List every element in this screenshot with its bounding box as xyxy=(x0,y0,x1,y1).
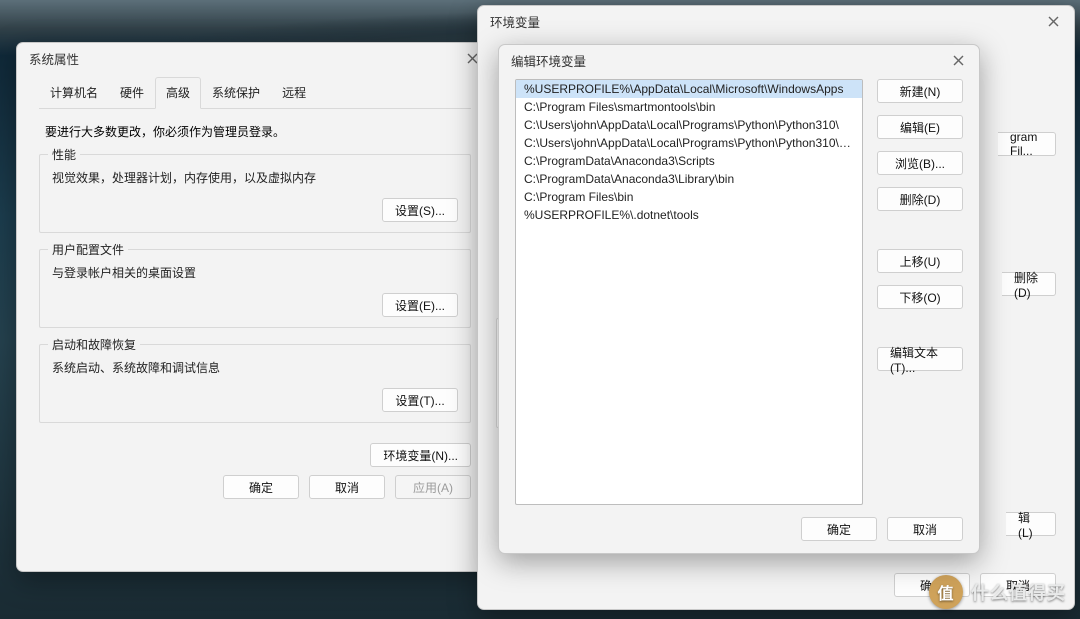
tab-hardware[interactable]: 硬件 xyxy=(109,77,155,108)
edit-env-var-dialog: 编辑环境变量 %USERPROFILE%\AppData\Local\Micro… xyxy=(498,44,980,554)
sysprop-ok-button[interactable]: 确定 xyxy=(223,475,299,499)
new-button[interactable]: 新建(N) xyxy=(877,79,963,103)
profiles-settings-button[interactable]: 设置(E)... xyxy=(382,293,458,317)
watermark-badge: 值 xyxy=(929,575,963,609)
move-up-button[interactable]: 上移(U) xyxy=(877,249,963,273)
watermark: 值 什么值得买 xyxy=(929,575,1066,609)
editenv-cancel-button[interactable]: 取消 xyxy=(887,517,963,541)
system-properties-dialog: 系统属性 计算机名 硬件 高级 系统保护 远程 要进行大多数更改，你必须作为管理… xyxy=(16,42,494,572)
list-item[interactable]: C:\ProgramData\Anaconda3\Scripts xyxy=(516,152,862,170)
envouter-titlebar[interactable]: 环境变量 xyxy=(478,6,1074,36)
list-item[interactable]: C:\Program Files\smartmontools\bin xyxy=(516,98,862,116)
sysprop-apply-button: 应用(A) xyxy=(395,475,471,499)
path-edit-buttons: 新建(N) 编辑(E) 浏览(B)... 删除(D) 上移(U) 下移(O) 编… xyxy=(877,79,963,505)
editenv-ok-button[interactable]: 确定 xyxy=(801,517,877,541)
sysprop-cancel-button[interactable]: 取消 xyxy=(309,475,385,499)
tab-remote[interactable]: 远程 xyxy=(271,77,317,108)
close-icon[interactable] xyxy=(1038,9,1068,33)
peek-delete-button[interactable]: 删除(D) xyxy=(1002,272,1056,296)
peek-edit-button[interactable]: 辑(L) xyxy=(1006,512,1056,536)
browse-button[interactable]: 浏览(B)... xyxy=(877,151,963,175)
startup-settings-button[interactable]: 设置(T)... xyxy=(382,388,458,412)
list-item[interactable]: C:\Program Files\bin xyxy=(516,188,862,206)
group-startup-legend: 启动和故障恢复 xyxy=(48,336,140,353)
sysprop-titlebar[interactable]: 系统属性 xyxy=(17,43,493,73)
peek-column-fragment: gram Fil... xyxy=(998,132,1056,156)
list-item[interactable]: C:\ProgramData\Anaconda3\Library\bin xyxy=(516,170,862,188)
group-performance-desc: 视觉效果，处理器计划，内存使用，以及虚拟内存 xyxy=(52,169,458,186)
envouter-title: 环境变量 xyxy=(490,12,540,31)
sysprop-title: 系统属性 xyxy=(29,49,79,68)
list-item[interactable]: %USERPROFILE%\.dotnet\tools xyxy=(516,206,862,224)
list-item[interactable]: C:\Users\john\AppData\Local\Programs\Pyt… xyxy=(516,134,862,152)
group-user-profiles: 用户配置文件 与登录帐户相关的桌面设置 设置(E)... xyxy=(39,249,471,328)
list-item[interactable]: %USERPROFILE%\AppData\Local\Microsoft\Wi… xyxy=(516,80,862,98)
group-user-profiles-desc: 与登录帐户相关的桌面设置 xyxy=(52,264,458,281)
group-performance: 性能 视觉效果，处理器计划，内存使用，以及虚拟内存 设置(S)... xyxy=(39,154,471,233)
group-startup-recovery: 启动和故障恢复 系统启动、系统故障和调试信息 设置(T)... xyxy=(39,344,471,423)
tab-system-protect[interactable]: 系统保护 xyxy=(201,77,271,108)
perf-settings-button[interactable]: 设置(S)... xyxy=(382,198,458,222)
group-user-profiles-legend: 用户配置文件 xyxy=(48,241,128,258)
list-item[interactable]: C:\Users\john\AppData\Local\Programs\Pyt… xyxy=(516,116,862,134)
group-startup-desc: 系统启动、系统故障和调试信息 xyxy=(52,359,458,376)
tab-computer-name[interactable]: 计算机名 xyxy=(39,77,109,108)
close-icon[interactable] xyxy=(943,48,973,72)
editenv-titlebar[interactable]: 编辑环境变量 xyxy=(499,45,979,75)
delete-button[interactable]: 删除(D) xyxy=(877,187,963,211)
path-list[interactable]: %USERPROFILE%\AppData\Local\Microsoft\Wi… xyxy=(515,79,863,505)
env-vars-button[interactable]: 环境变量(N)... xyxy=(370,443,471,467)
group-performance-legend: 性能 xyxy=(48,146,80,163)
edit-text-button[interactable]: 编辑文本(T)... xyxy=(877,347,963,371)
sysprop-tabs: 计算机名 硬件 高级 系统保护 远程 xyxy=(39,77,471,109)
move-down-button[interactable]: 下移(O) xyxy=(877,285,963,309)
tab-advanced[interactable]: 高级 xyxy=(155,77,201,109)
admin-note: 要进行大多数更改，你必须作为管理员登录。 xyxy=(45,123,471,140)
edit-button[interactable]: 编辑(E) xyxy=(877,115,963,139)
editenv-title: 编辑环境变量 xyxy=(511,51,586,70)
watermark-text: 什么值得买 xyxy=(971,579,1066,605)
